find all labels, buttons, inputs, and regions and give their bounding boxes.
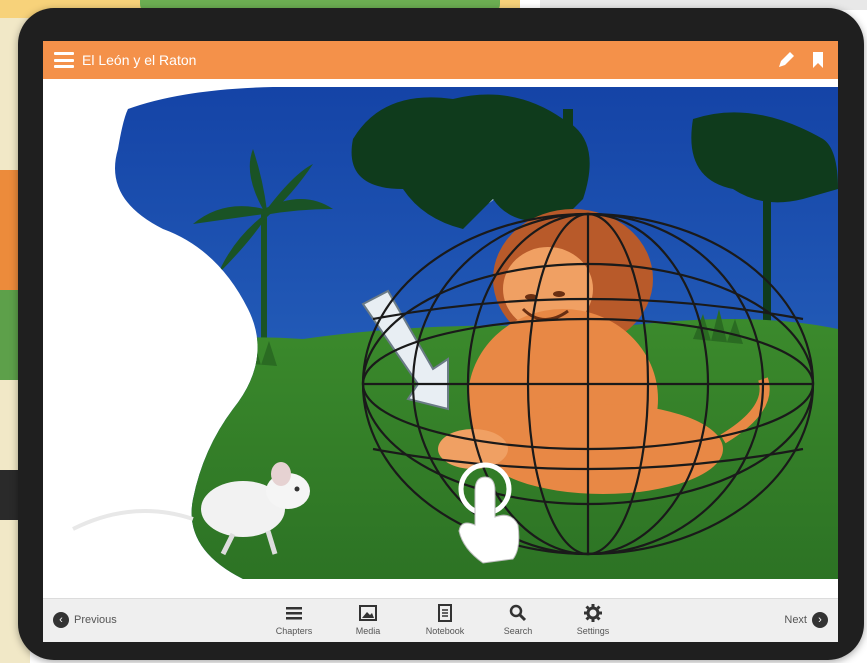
list-icon: [286, 607, 302, 620]
previous-label: Previous: [74, 614, 117, 626]
previous-button[interactable]: ‹ Previous: [53, 612, 117, 628]
bookmark-icon[interactable]: [808, 50, 828, 70]
media-button[interactable]: Media: [338, 603, 398, 636]
header-bar: El León y el Raton: [43, 41, 838, 79]
chapters-button[interactable]: Chapters: [264, 603, 324, 636]
notebook-button[interactable]: Notebook: [415, 603, 475, 636]
story-illustration: [72, 87, 838, 579]
chevron-left-icon: ‹: [53, 612, 69, 628]
settings-label: Settings: [576, 626, 610, 636]
chapters-label: Chapters: [275, 626, 313, 636]
search-label: Search: [503, 626, 533, 636]
settings-button[interactable]: Settings: [563, 603, 623, 636]
next-label: Next: [784, 614, 807, 626]
hamburger-menu-icon[interactable]: [54, 52, 74, 68]
next-button[interactable]: Next ›: [784, 612, 828, 628]
header-actions: [776, 50, 828, 70]
media-label: Media: [355, 626, 381, 636]
pencil-icon[interactable]: [776, 50, 796, 70]
image-icon: [359, 605, 377, 621]
bottom-toolbar: ‹ Previous Chapters Media Notebook Searc…: [43, 598, 838, 642]
notebook-icon: [438, 604, 452, 622]
book-title: El León y el Raton: [82, 52, 197, 68]
tablet-screen: El León y el Raton ‹ Previous Chapters M…: [43, 41, 838, 642]
search-icon: [509, 604, 527, 622]
chevron-right-icon: ›: [812, 612, 828, 628]
search-button[interactable]: Search: [488, 603, 548, 636]
gear-icon: [584, 604, 602, 622]
tablet-frame: El León y el Raton ‹ Previous Chapters M…: [18, 8, 864, 660]
notebook-label: Notebook: [425, 626, 465, 636]
